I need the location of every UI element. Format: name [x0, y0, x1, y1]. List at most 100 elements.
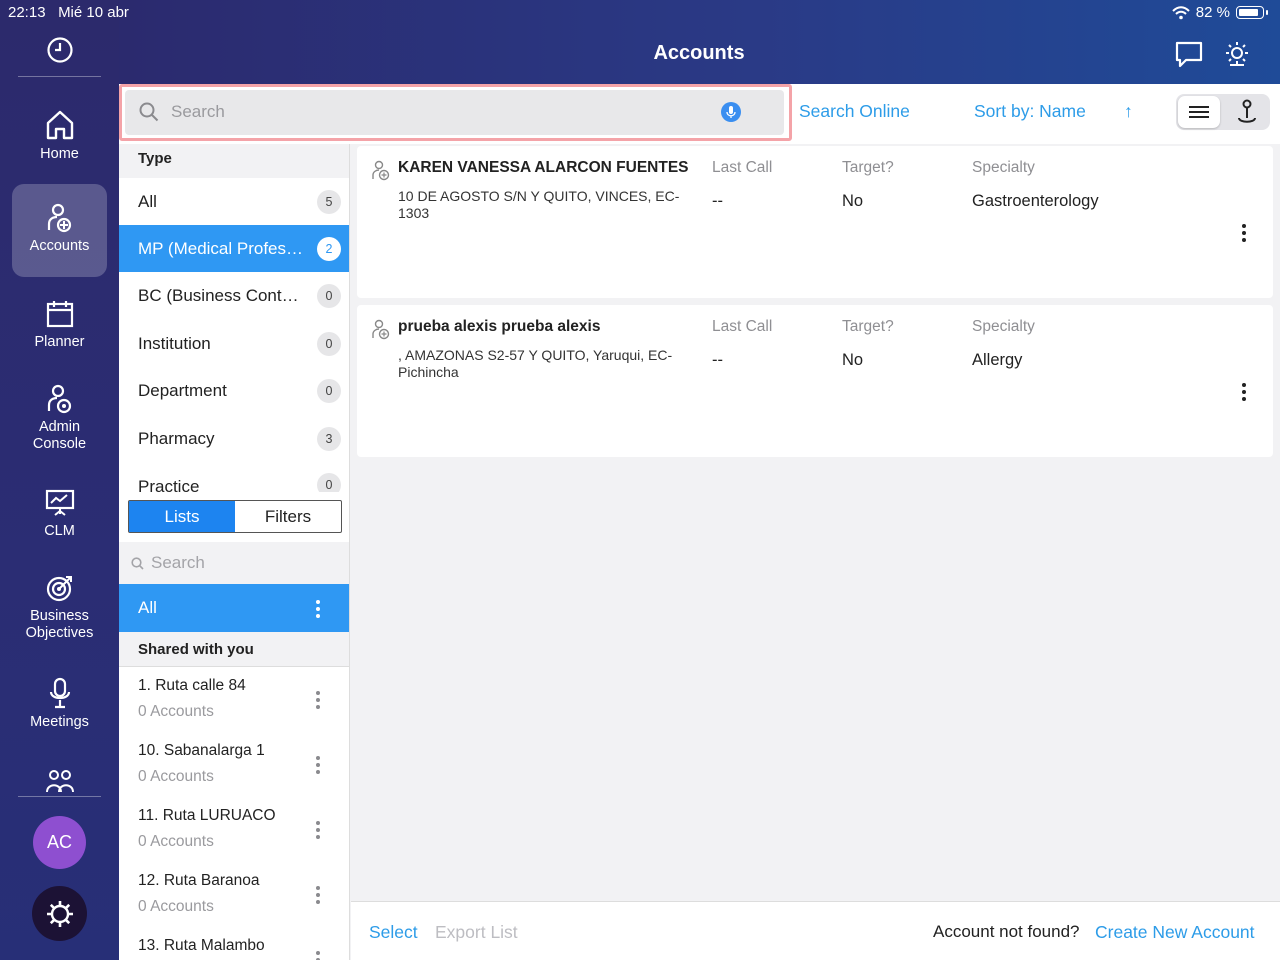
specialty-header: Specialty [972, 159, 1035, 176]
settings-button[interactable] [32, 886, 87, 941]
nav-item-planner[interactable]: Planner [12, 298, 107, 350]
shared-with-you-header: Shared with you [119, 632, 349, 667]
list-item[interactable]: 11. Ruta LURUACO 0 Accounts [119, 797, 349, 862]
status-date: Mié 10 abr [58, 4, 129, 21]
type-label: MP (Medical Professional) [138, 238, 308, 258]
search-box[interactable] [125, 90, 784, 135]
nav-item-business-objectives[interactable]: Business Objectives [12, 572, 107, 642]
type-item-mp[interactable]: MP (Medical Professional) 2 [119, 225, 349, 272]
list-item-all[interactable]: All [119, 584, 349, 632]
more-options-icon[interactable] [1242, 383, 1246, 401]
nav-item-meetings[interactable]: Meetings [12, 676, 107, 730]
account-name: KAREN VANESSA ALARCON FUENTES [398, 159, 689, 176]
list-search-box[interactable] [119, 542, 349, 584]
list-item[interactable]: 12. Ruta Baranoa 0 Accounts [119, 862, 349, 927]
target-icon [46, 576, 72, 602]
avatar[interactable]: AC [33, 816, 86, 869]
search-online-link[interactable]: Search Online [799, 101, 910, 122]
nav-label-planner: Planner [34, 334, 85, 350]
target-header: Target? [842, 159, 894, 176]
presentation-icon [45, 489, 74, 516]
more-options-icon[interactable] [316, 951, 320, 960]
nav-label-clm: CLM [44, 523, 75, 539]
type-item-practice[interactable]: Practice 0 [119, 462, 349, 492]
list-count: 0 Accounts [138, 833, 214, 850]
type-count: 0 [317, 284, 341, 308]
type-item-pharmacy[interactable]: Pharmacy 3 [119, 415, 349, 462]
list-item[interactable]: 13. Ruta Malambo [119, 927, 349, 960]
account-card[interactable]: prueba alexis prueba alexis , AMAZONAS S… [357, 305, 1273, 457]
last-call-value: -- [712, 192, 723, 210]
bottom-bar: Select Export List Account not found? Cr… [351, 901, 1280, 960]
sort-by-button[interactable]: Sort by: Name [974, 101, 1086, 122]
nav-label-home: Home [40, 146, 79, 162]
more-options-icon[interactable] [316, 691, 320, 709]
side-navigation: Home Accounts Planner Admin Console CLM … [0, 0, 119, 960]
list-name: 12. Ruta Baranoa [138, 872, 260, 889]
type-item-department[interactable]: Department 0 [119, 367, 349, 414]
select-button[interactable]: Select [369, 922, 418, 943]
type-count: 0 [317, 379, 341, 403]
nav-divider [18, 796, 101, 797]
nav-item-admin-console[interactable]: Admin Console [12, 383, 107, 453]
type-label: Pharmacy [138, 428, 215, 448]
last-call-value: -- [712, 351, 723, 369]
list-view-button[interactable] [1178, 96, 1220, 128]
nav-label-meetings: Meetings [30, 714, 89, 730]
view-toggle [1176, 94, 1270, 130]
people-icon [45, 770, 74, 792]
create-new-account-link[interactable]: Create New Account [1095, 922, 1255, 943]
voice-search-button[interactable] [721, 102, 741, 122]
accounts-icon [47, 203, 71, 233]
specialty-header: Specialty [972, 318, 1035, 335]
type-item-institution[interactable]: Institution 0 [119, 320, 349, 367]
battery-icon [1236, 6, 1264, 19]
search-icon [139, 102, 159, 122]
target-value: No [842, 192, 864, 210]
list-icon [1189, 106, 1209, 118]
account-person-icon [372, 319, 390, 340]
nav-item-clm[interactable]: CLM [12, 487, 107, 539]
chat-button[interactable] [1173, 38, 1205, 70]
type-item-bc[interactable]: BC (Business Contact) 0 [119, 272, 349, 319]
type-item-all[interactable]: All 5 [119, 178, 349, 225]
nav-label-admin-console: Admin Console [32, 419, 87, 452]
nav-item-home[interactable]: Home [12, 108, 107, 162]
sort-direction-button[interactable]: ↑ [1124, 101, 1133, 122]
filter-panel: Type All 5 MP (Medical Professional) 2 B… [119, 144, 350, 960]
list-count: 0 Accounts [138, 703, 214, 720]
brightness-button[interactable] [1222, 38, 1254, 70]
more-options-icon[interactable] [316, 821, 320, 839]
list-item[interactable]: 10. Sabanalarga 1 0 Accounts [119, 732, 349, 797]
account-card[interactable]: KAREN VANESSA ALARCON FUENTES 10 DE AGOS… [357, 146, 1273, 298]
type-count: 5 [317, 190, 341, 214]
tab-lists[interactable]: Lists [129, 501, 235, 532]
type-count: 2 [317, 237, 341, 261]
nav-item-accounts[interactable]: Accounts [12, 184, 107, 277]
more-options-icon[interactable] [316, 886, 320, 904]
avatar-initials: AC [46, 832, 72, 852]
list-name: 1. Ruta calle 84 [138, 677, 246, 694]
account-not-found-text: Account not found? [933, 922, 1080, 941]
more-options-icon[interactable] [1242, 224, 1246, 242]
battery-tip [1266, 10, 1268, 15]
page-title: Accounts [653, 42, 745, 64]
calendar-icon [46, 301, 73, 328]
tab-filters[interactable]: Filters [235, 501, 341, 532]
specialty-value: Gastroenterology [972, 192, 1099, 210]
list-item[interactable]: 1. Ruta calle 84 0 Accounts [119, 667, 349, 732]
more-options-icon[interactable] [316, 756, 320, 774]
list-search-input[interactable] [151, 550, 341, 576]
search-input[interactable] [171, 98, 711, 126]
type-count: 3 [317, 427, 341, 451]
nav-item-team[interactable] [12, 766, 107, 792]
admin-icon [47, 384, 71, 414]
nav-label-business-objectives: Business Objectives [25, 608, 94, 641]
chat-bubble-icon [1175, 41, 1203, 68]
export-list-button[interactable]: Export List [435, 922, 518, 943]
account-address: 10 DE AGOSTO S/N Y QUITO, VINCES, EC-130… [398, 188, 680, 221]
more-options-icon[interactable] [316, 600, 320, 618]
map-view-button[interactable] [1226, 96, 1268, 128]
target-header: Target? [842, 318, 894, 335]
specialty-value: Allergy [972, 351, 1023, 369]
